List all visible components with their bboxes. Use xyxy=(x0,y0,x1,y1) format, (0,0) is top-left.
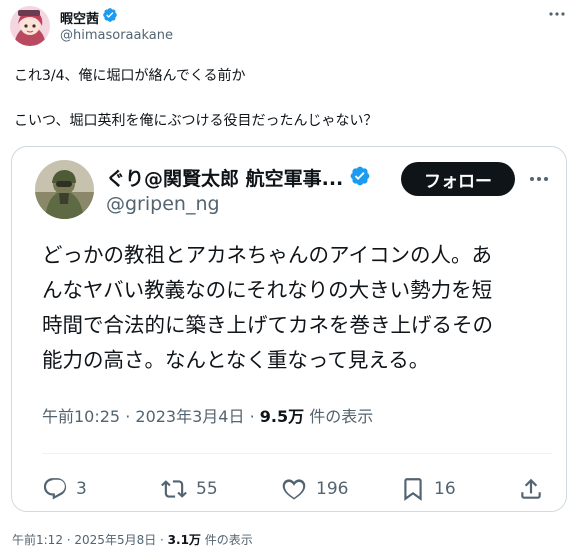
repost-icon xyxy=(160,476,188,502)
quoted-post-text: どっかの教祖とアカネちゃんのアイコンの人。あ んなヤバい教義なのにそれなりの大き… xyxy=(42,238,552,378)
outer-date[interactable]: 2025年5月8日 xyxy=(74,533,156,547)
verified-badge-icon xyxy=(102,7,118,27)
outer-time[interactable]: 午前1:12 xyxy=(12,533,63,547)
outer-text-line: これ3/4、俺に堀口が絡んでくる前か xyxy=(14,68,246,84)
divider xyxy=(42,453,552,454)
quoted-views-label: 件の表示 xyxy=(309,407,374,426)
bookmark-icon xyxy=(400,475,426,503)
reply-icon xyxy=(42,476,68,502)
like-icon xyxy=(280,476,308,502)
share-icon xyxy=(518,476,544,502)
outer-text-line: こいつ、堀口英利を俺にぶつける役目だったんじゃない？ xyxy=(14,113,378,129)
quoted-display-name[interactable]: ぐり@関賢太郎 航空軍事... xyxy=(106,164,343,191)
follow-button[interactable]: フォロー xyxy=(401,162,515,196)
outer-post-meta: 午前1:12 · 2025年5月8日 · 3.1万 件の表示 xyxy=(12,533,253,547)
quoted-date[interactable]: 2023年3月4日 xyxy=(135,407,244,426)
repost-button[interactable]: 55 xyxy=(160,472,218,506)
like-count: 196 xyxy=(316,479,349,499)
outer-views-count: 3.1万 xyxy=(167,533,201,547)
quoted-post-card[interactable]: ぐり@関賢太郎 航空軍事... @gripen_ng フォロー どっかの教祖とア… xyxy=(11,146,567,512)
quoted-avatar[interactable] xyxy=(35,160,94,219)
verified-badge-icon xyxy=(349,165,371,191)
share-button[interactable] xyxy=(518,472,544,506)
quoted-text-line: どっかの教祖とアカネちゃんのアイコンの人。あ xyxy=(42,243,492,267)
bookmark-count: 16 xyxy=(434,479,456,499)
outer-display-name[interactable]: 暇空茜 xyxy=(60,8,99,27)
outer-views-label: 件の表示 xyxy=(204,533,253,547)
repost-count: 55 xyxy=(196,479,218,499)
quoted-handle[interactable]: @gripen_ng xyxy=(106,193,220,215)
reply-count: 3 xyxy=(76,479,87,499)
reply-button[interactable]: 3 xyxy=(42,472,87,506)
quoted-text-line: んなヤバい教義なのにそれなりの大きい勢力を短 xyxy=(42,278,493,302)
outer-post-text: これ3/4、俺に堀口が絡んでくる前か こいつ、堀口英利を俺にぶつける役目だったん… xyxy=(14,66,377,132)
quoted-views-count: 9.5万 xyxy=(259,407,305,426)
quoted-text-line: 時間で合法的に築き上げてカネを巻き上げるその xyxy=(42,313,493,337)
like-button[interactable]: 196 xyxy=(280,472,348,506)
quoted-action-bar: 3 55 196 16 xyxy=(12,472,568,506)
quoted-post-meta: 午前10:25 · 2023年3月4日 · 9.5万 件の表示 xyxy=(42,407,374,426)
outer-post-header: 暇空茜 @himasoraakane xyxy=(0,0,581,52)
more-options-icon[interactable] xyxy=(527,171,551,187)
more-options-icon[interactable] xyxy=(545,6,569,20)
outer-avatar[interactable] xyxy=(10,6,50,46)
outer-handle[interactable]: @himasoraakane xyxy=(60,28,173,43)
quoted-time[interactable]: 午前10:25 xyxy=(42,407,120,426)
quoted-text-line: 能力の高さ。なんとなく重なって見える。 xyxy=(42,348,430,372)
bookmark-button[interactable]: 16 xyxy=(400,472,456,506)
